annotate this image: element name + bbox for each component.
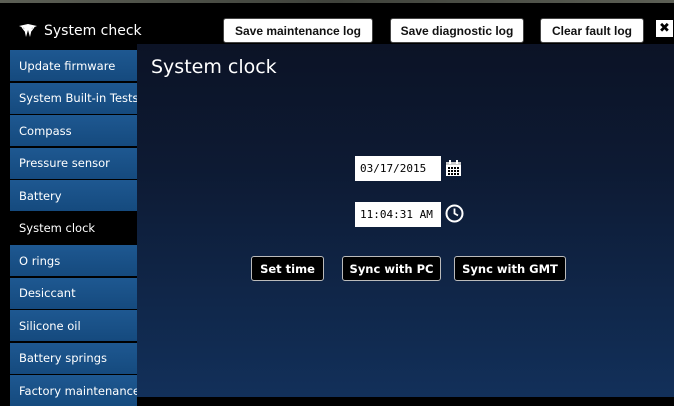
sync-with-pc-button[interactable]: Sync with PC: [342, 256, 441, 281]
sidebar-item-pressure-sensor[interactable]: Pressure sensor: [10, 147, 137, 179]
time-field[interactable]: 11:04:31 AM: [355, 202, 441, 227]
header: System check Save maintenance log Save d…: [0, 0, 674, 44]
date-field[interactable]: 03/17/2015: [355, 156, 441, 181]
clear-fault-log-button[interactable]: Clear fault log: [540, 18, 644, 43]
logo-icon: [18, 23, 38, 39]
sidebar-item-desiccant[interactable]: Desiccant: [10, 277, 137, 309]
sidebar-item-battery[interactable]: Battery: [10, 180, 137, 211]
top-stripe: [0, 0, 674, 3]
calendar-icon[interactable]: [445, 159, 462, 181]
sidebar-item-system-clock[interactable]: System clock: [10, 212, 137, 244]
clock-icon[interactable]: [445, 204, 464, 227]
main-panel: System clock 03/17/2015 11:04:31 AM Set …: [137, 44, 674, 397]
sidebar: Update firmware System Built-in Tests Co…: [10, 50, 137, 406]
save-maintenance-log-button[interactable]: Save maintenance log: [223, 18, 373, 43]
sidebar-item-compass[interactable]: Compass: [10, 115, 137, 146]
app-title-text: System check: [44, 23, 142, 39]
set-time-button[interactable]: Set time: [251, 256, 324, 281]
page-title: System clock: [151, 56, 277, 78]
sidebar-item-factory-maintenance[interactable]: Factory maintenance: [10, 375, 137, 406]
sidebar-item-silicone-oil[interactable]: Silicone oil: [10, 310, 137, 341]
app-title: System check: [18, 20, 142, 42]
sync-with-gmt-button[interactable]: Sync with GMT: [454, 256, 566, 281]
sidebar-item-system-built-in-tests[interactable]: System Built-in Tests: [10, 82, 137, 114]
sidebar-item-battery-springs[interactable]: Battery springs: [10, 342, 137, 374]
sidebar-item-o-rings[interactable]: O rings: [10, 245, 137, 276]
close-icon[interactable]: ✖: [656, 20, 673, 37]
sidebar-item-update-firmware[interactable]: Update firmware: [10, 50, 137, 81]
save-diagnostic-log-button[interactable]: Save diagnostic log: [390, 18, 524, 43]
